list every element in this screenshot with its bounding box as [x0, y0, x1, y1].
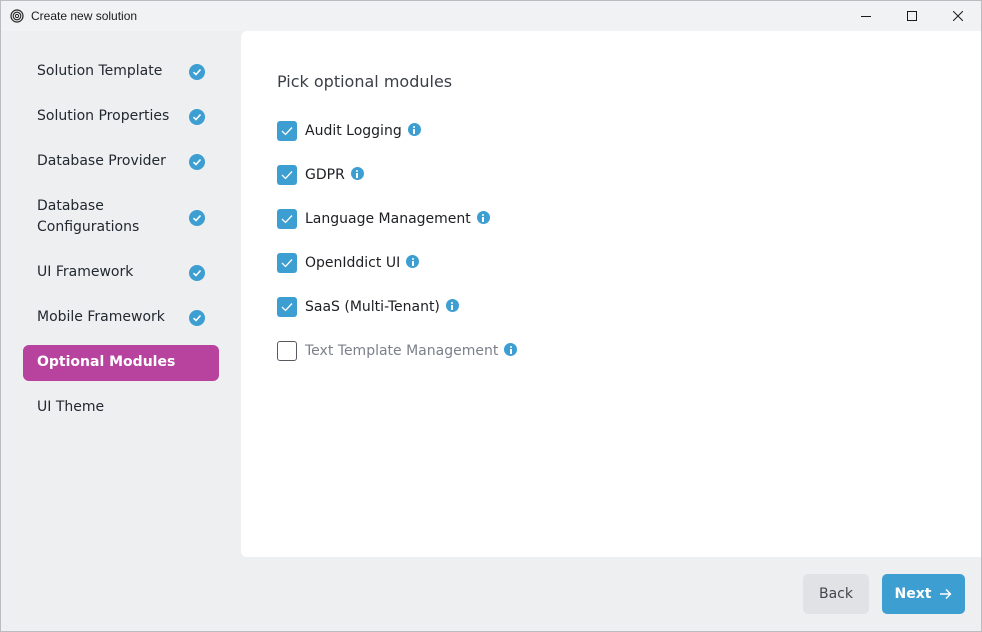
- page-title: Pick optional modules: [277, 72, 453, 91]
- step-label: Database Provider: [37, 153, 166, 169]
- info-icon[interactable]: [476, 211, 490, 224]
- wizard-steps-sidebar: Solution Template Solution Properties Da…: [1, 31, 241, 561]
- minimize-button[interactable]: [843, 1, 889, 31]
- step-completed-check-icon: [189, 154, 205, 170]
- fingerprint-icon: [10, 9, 24, 23]
- step-mobile-framework[interactable]: Mobile Framework: [23, 306, 219, 330]
- checkbox[interactable]: [277, 209, 297, 229]
- step-optional-modules[interactable]: Optional Modules: [23, 345, 219, 381]
- back-button[interactable]: Back: [803, 574, 869, 614]
- checkbox[interactable]: [277, 165, 297, 185]
- info-icon[interactable]: [445, 299, 459, 312]
- maximize-button[interactable]: [889, 1, 935, 31]
- step-completed-check-icon: [189, 109, 205, 125]
- checkbox[interactable]: [277, 341, 297, 361]
- checkbox[interactable]: [277, 297, 297, 317]
- close-button[interactable]: [935, 1, 981, 31]
- back-button-label: Back: [819, 586, 853, 602]
- step-label: Optional Modules: [37, 354, 176, 370]
- arrow-right-icon: [940, 589, 952, 599]
- step-label: UI Framework: [37, 264, 134, 280]
- step-completed-check-icon: [189, 210, 205, 226]
- next-button-label: Next: [894, 586, 932, 602]
- step-solution-properties[interactable]: Solution Properties: [23, 105, 219, 129]
- step-completed-check-icon: [189, 64, 205, 80]
- close-icon: [953, 11, 963, 21]
- checkbox[interactable]: [277, 253, 297, 273]
- module-label: Audit Logging: [305, 123, 402, 139]
- next-button[interactable]: Next: [882, 574, 965, 614]
- title-bar: Create new solution: [1, 1, 981, 31]
- info-icon[interactable]: [406, 255, 420, 268]
- module-label: SaaS (Multi-Tenant): [305, 299, 440, 315]
- step-completed-check-icon: [189, 310, 205, 326]
- step-label: Mobile Framework: [37, 309, 165, 325]
- module-label: OpenIddict UI: [305, 255, 401, 271]
- module-label: GDPR: [305, 167, 345, 183]
- module-label: Text Template Management: [305, 343, 499, 359]
- maximize-icon: [907, 11, 917, 21]
- checkbox[interactable]: [277, 121, 297, 141]
- step-ui-theme[interactable]: UI Theme: [23, 396, 219, 420]
- info-icon[interactable]: [350, 167, 364, 180]
- info-icon[interactable]: [407, 123, 421, 136]
- step-label: Database Configurations: [37, 198, 140, 235]
- info-icon[interactable]: [504, 343, 518, 356]
- step-label: UI Theme: [37, 399, 105, 415]
- step-label: Solution Properties: [37, 108, 170, 124]
- step-completed-check-icon: [189, 265, 205, 281]
- module-label: Language Management: [305, 211, 471, 227]
- main-panel: Pick optional modules Audit Logging GDPR…: [241, 31, 981, 557]
- step-ui-framework[interactable]: UI Framework: [23, 261, 219, 285]
- window-title: Create new solution: [31, 9, 138, 23]
- create-solution-window: Create new solution Solution Template So…: [0, 0, 982, 632]
- step-label: Solution Template: [37, 63, 163, 79]
- step-solution-template[interactable]: Solution Template: [23, 60, 219, 84]
- minimize-icon: [861, 16, 871, 17]
- step-database-configurations[interactable]: Database Configurations: [23, 195, 219, 239]
- step-database-provider[interactable]: Database Provider: [23, 150, 219, 174]
